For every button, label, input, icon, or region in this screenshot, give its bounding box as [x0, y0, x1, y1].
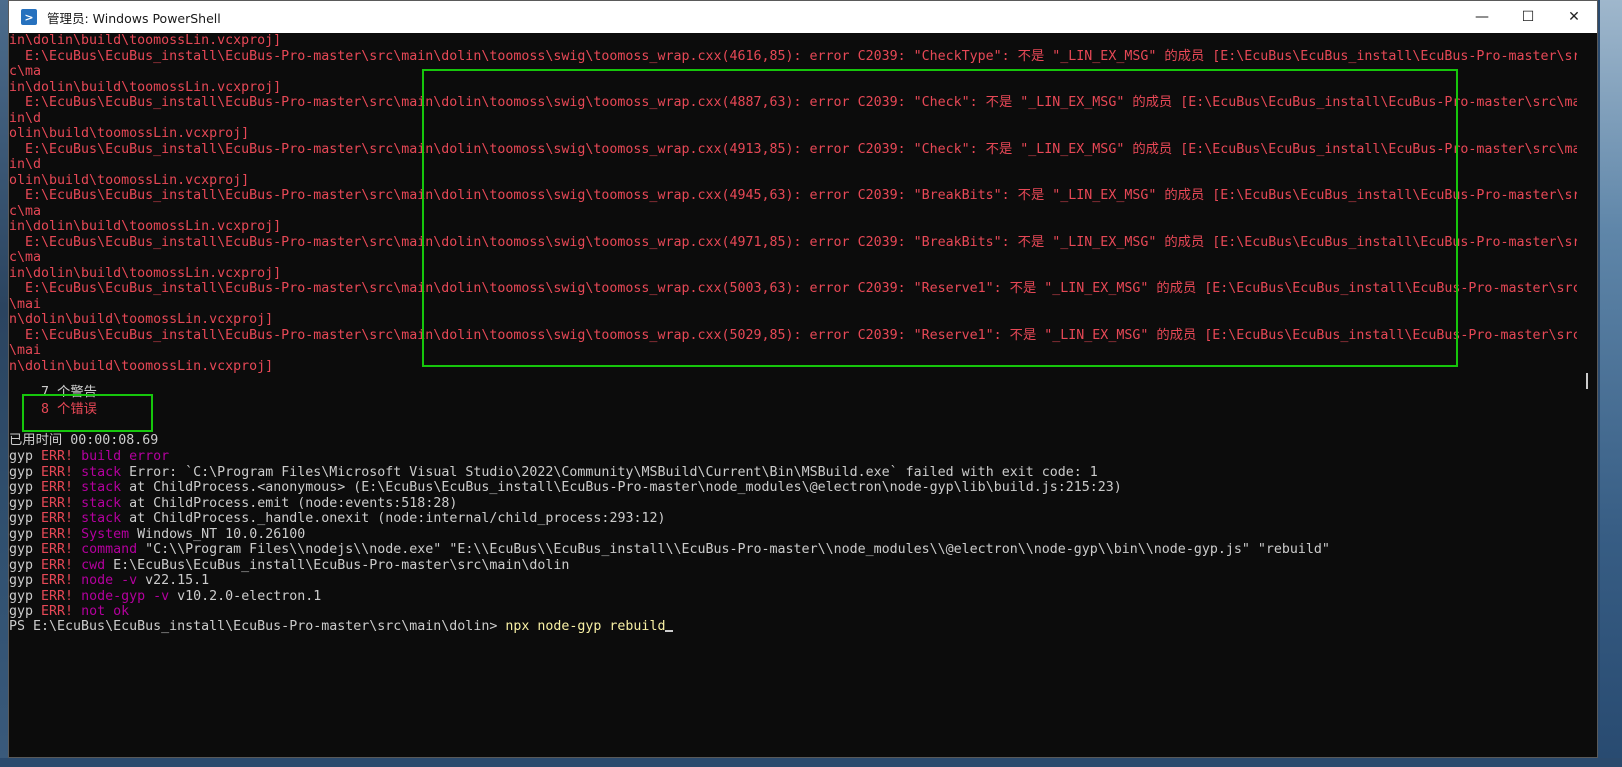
err-tag: ERR! [41, 511, 74, 526]
err-tag: ERR! [41, 480, 74, 495]
scrollbar-thumb[interactable] [1586, 373, 1588, 389]
maximize-button[interactable]: ☐ [1505, 1, 1551, 33]
prompt-path: PS E:\EcuBus\EcuBus_install\EcuBus-Pro-m… [9, 619, 506, 634]
err-tag: ERR! [41, 573, 74, 588]
gyp-prefix: gyp [9, 480, 42, 495]
gyp-error-line: gyp ERR! stack at ChildProcess.emit (nod… [9, 496, 457, 512]
error-line: in\dolin\build\toomossLin.vcxproj] [9, 219, 282, 234]
gyp-message: Windows_NT 10.0.26100 [129, 526, 306, 542]
gyp-error-line: gyp ERR! build error [9, 449, 169, 465]
gyp-prefix: gyp [9, 588, 42, 604]
gyp-prefix: gyp [9, 542, 42, 557]
gyp-error-line: gyp ERR! not ok [9, 604, 129, 620]
gyp-error-line: gyp ERR! command "C:\\Program Files\\nod… [9, 542, 1330, 558]
gyp-message: "C:\\Program Files\\nodejs\\node.exe" "E… [137, 542, 1330, 557]
error-line: c\ma [9, 203, 42, 219]
window-title: 管理员: Windows PowerShell [47, 10, 221, 26]
gyp-key: command [73, 542, 138, 557]
gyp-key: System [73, 526, 130, 542]
gyp-key: node-gyp -v [73, 588, 170, 604]
gyp-error-line: gyp ERR! stack at ChildProcess._handle.o… [9, 511, 665, 527]
error-line: E:\EcuBus\EcuBus_install\EcuBus-Pro-mast… [9, 48, 1579, 64]
gyp-error-line: gyp ERR! System Windows_NT 10.0.26100 [9, 527, 305, 543]
err-tag: ERR! [41, 464, 74, 480]
error-line: n\dolin\build\toomossLin.vcxproj] [9, 358, 274, 374]
err-tag: ERR! [41, 542, 74, 557]
powershell-icon: > [21, 9, 37, 25]
gyp-message: at ChildProcess.emit (node:events:518:28… [121, 495, 458, 511]
error-line: in\dolin\build\toomossLin.vcxproj] [9, 33, 282, 48]
gyp-prefix: gyp [9, 573, 42, 588]
gyp-message: at ChildProcess._handle.onexit (node:int… [121, 511, 666, 526]
prompt-line[interactable]: PS E:\EcuBus\EcuBus_install\EcuBus-Pro-m… [9, 619, 674, 635]
gyp-error-line: gyp ERR! node -v v22.15.1 [9, 573, 209, 589]
gyp-message: at ChildProcess.<anonymous> (E:\EcuBus\E… [121, 480, 1122, 495]
error-line: \mai [9, 296, 42, 312]
gyp-error-line: gyp ERR! stack at ChildProcess.<anonymou… [9, 480, 1122, 496]
gyp-message: v22.15.1 [137, 573, 210, 588]
gyp-key: node -v [73, 573, 138, 588]
text-cursor [665, 630, 674, 632]
gyp-prefix: gyp [9, 557, 42, 573]
gyp-error-line: gyp ERR! stack Error: `C:\Program Files\… [9, 465, 1098, 481]
gyp-prefix: gyp [9, 464, 42, 480]
error-line: n\dolin\build\toomossLin.vcxproj] [9, 312, 274, 327]
error-line: in\d [9, 110, 42, 126]
gyp-key: stack [73, 464, 122, 480]
err-tag: ERR! [41, 557, 74, 573]
highlight-box-errors [422, 69, 1458, 367]
gyp-key: stack [73, 495, 122, 511]
gyp-message: Error: `C:\Program Files\Microsoft Visua… [121, 464, 1098, 480]
gyp-prefix: gyp [9, 526, 42, 542]
gyp-key: stack [73, 511, 122, 526]
error-line: in\dolin\build\toomossLin.vcxproj] [9, 265, 282, 281]
error-line: in\d [9, 157, 42, 172]
gyp-prefix: gyp [9, 604, 42, 619]
highlight-box-error-count [22, 394, 153, 432]
gyp-error-line: gyp ERR! cwd E:\EcuBus\EcuBus_install\Ec… [9, 558, 569, 574]
close-button[interactable]: ✕ [1551, 1, 1597, 33]
error-line: c\ma [9, 250, 42, 265]
err-tag: ERR! [41, 495, 74, 511]
gyp-message: v10.2.0-electron.1 [169, 588, 322, 604]
powershell-window: > 管理员: Windows PowerShell — ☐ ✕ in\dolin… [8, 0, 1598, 758]
scrollbar[interactable] [1577, 33, 1597, 757]
gyp-prefix: gyp [9, 449, 42, 464]
error-line: olin\build\toomossLin.vcxproj] [9, 172, 250, 188]
gyp-key: build error [73, 449, 170, 464]
console-output[interactable]: in\dolin\build\toomossLin.vcxproj] E:\Ec… [9, 33, 1579, 757]
error-line: olin\build\toomossLin.vcxproj] [9, 126, 250, 141]
command-text: npx node-gyp rebuild [505, 619, 666, 634]
error-line: \mai [9, 343, 42, 358]
minimize-button[interactable]: — [1459, 1, 1505, 33]
title-bar[interactable]: > 管理员: Windows PowerShell — ☐ ✕ [9, 1, 1597, 33]
err-tag: ERR! [41, 588, 74, 604]
gyp-prefix: gyp [9, 511, 42, 526]
elapsed-time: 已用时间 00:00:08.69 [9, 433, 159, 448]
gyp-error-line: gyp ERR! node-gyp -v v10.2.0-electron.1 [9, 589, 321, 605]
window-controls: — ☐ ✕ [1459, 1, 1597, 33]
gyp-message: E:\EcuBus\EcuBus_install\EcuBus-Pro-mast… [105, 557, 570, 573]
gyp-key: stack [73, 480, 122, 495]
desktop-bottom-edge [0, 758, 1622, 767]
err-tag: ERR! [41, 604, 74, 619]
err-tag: ERR! [41, 526, 74, 542]
gyp-prefix: gyp [9, 495, 42, 511]
gyp-key: cwd [73, 557, 106, 573]
error-line: in\dolin\build\toomossLin.vcxproj] [9, 79, 282, 95]
error-line: c\ma [9, 64, 42, 79]
err-tag: ERR! [41, 449, 74, 464]
desktop-right-edge [1600, 0, 1622, 767]
gyp-key: not ok [73, 604, 130, 619]
